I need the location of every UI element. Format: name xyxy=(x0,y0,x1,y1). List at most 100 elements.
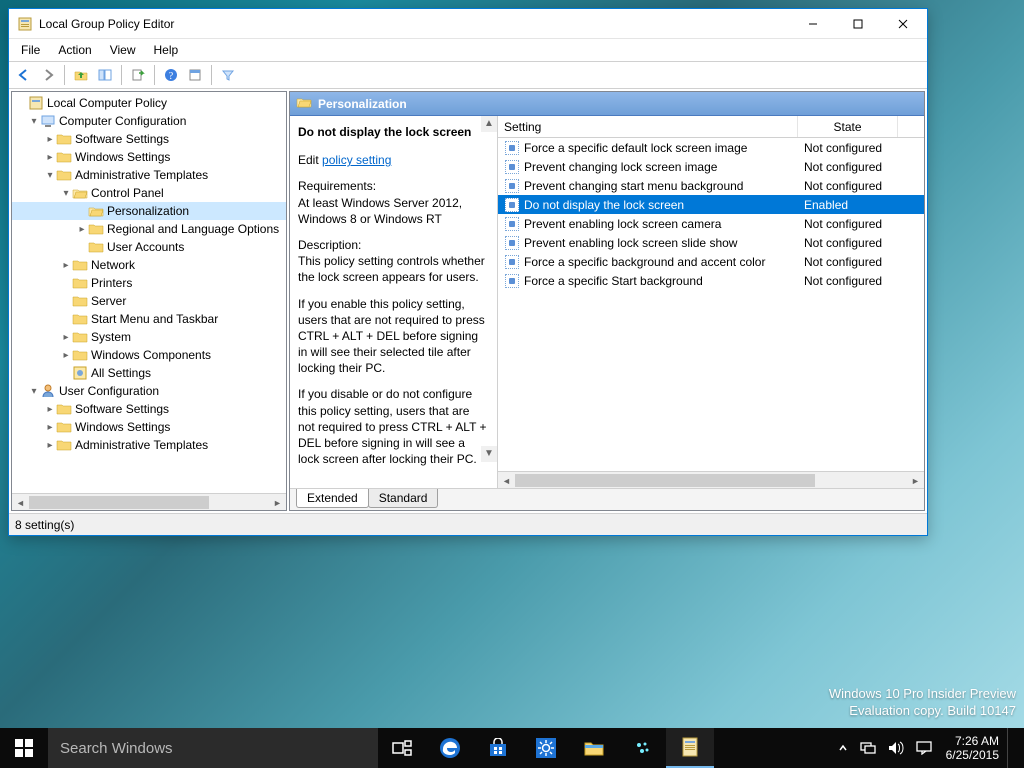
scroll-right-icon[interactable]: ► xyxy=(907,472,924,489)
tab-standard[interactable]: Standard xyxy=(368,489,439,508)
policy-row[interactable]: Force a specific default lock screen ima… xyxy=(498,138,924,157)
tree-network[interactable]: ▸ Network xyxy=(12,256,286,274)
edit-policy-link[interactable]: policy setting xyxy=(322,153,391,167)
tray-volume-icon[interactable] xyxy=(882,728,910,768)
scroll-left-icon[interactable]: ◄ xyxy=(12,494,29,511)
tree-windows-settings[interactable]: ▸ Windows Settings xyxy=(12,148,286,166)
tree-root[interactable]: Local Computer Policy xyxy=(12,94,286,112)
folder-icon xyxy=(56,131,72,147)
policy-state: Not configured xyxy=(804,255,882,269)
taskbar-explorer[interactable] xyxy=(570,728,618,768)
policy-row[interactable]: Prevent changing lock screen imageNot co… xyxy=(498,157,924,176)
tray-notifications-icon[interactable] xyxy=(910,728,938,768)
expand-icon[interactable]: ▸ xyxy=(60,332,72,343)
expand-icon[interactable]: ▸ xyxy=(44,134,56,145)
tree-user-configuration[interactable]: ▾ User Configuration xyxy=(12,382,286,400)
scroll-up-icon[interactable]: ▲ xyxy=(481,116,497,132)
expand-icon[interactable]: ▸ xyxy=(60,260,72,271)
tree-label: Personalization xyxy=(107,204,189,218)
policy-name: Force a specific default lock screen ima… xyxy=(524,141,747,155)
tree-system[interactable]: ▸ System xyxy=(12,328,286,346)
properties-button[interactable] xyxy=(184,64,206,86)
toolbar-separator xyxy=(211,65,212,85)
expand-icon[interactable]: ▸ xyxy=(44,422,56,433)
policy-row[interactable]: Force a specific Start backgroundNot con… xyxy=(498,271,924,290)
taskbar-store[interactable] xyxy=(474,728,522,768)
taskbar-settings[interactable] xyxy=(522,728,570,768)
expand-icon[interactable]: ▸ xyxy=(76,224,88,235)
tree-uc-windows-settings[interactable]: ▸ Windows Settings xyxy=(12,418,286,436)
description-block-3: If you disable or do not configure this … xyxy=(298,386,489,467)
tree-user-accounts[interactable]: User Accounts xyxy=(12,238,286,256)
col-state[interactable]: State xyxy=(798,116,898,137)
tray-network-icon[interactable] xyxy=(854,728,882,768)
tab-extended[interactable]: Extended xyxy=(296,489,369,508)
show-desktop-button[interactable] xyxy=(1007,728,1020,768)
collapse-icon[interactable]: ▾ xyxy=(28,116,40,127)
up-folder-button[interactable] xyxy=(70,64,92,86)
filter-button[interactable] xyxy=(217,64,239,86)
tree-uc-admin-templates[interactable]: ▸ Administrative Templates xyxy=(12,436,286,454)
policy-row[interactable]: Force a specific background and accent c… xyxy=(498,252,924,271)
policy-row[interactable]: Prevent enabling lock screen slide showN… xyxy=(498,233,924,252)
taskbar-gpedit[interactable] xyxy=(666,728,714,768)
collapse-icon[interactable]: ▾ xyxy=(44,170,56,181)
taskbar-edge[interactable] xyxy=(426,728,474,768)
expand-icon[interactable]: ▸ xyxy=(44,440,56,451)
tree-uc-software-settings[interactable]: ▸ Software Settings xyxy=(12,400,286,418)
start-button[interactable] xyxy=(0,728,48,768)
collapse-icon[interactable]: ▾ xyxy=(60,188,72,199)
menu-file[interactable]: File xyxy=(13,41,48,59)
export-list-button[interactable] xyxy=(127,64,149,86)
folder-icon xyxy=(56,149,72,165)
policy-row[interactable]: Prevent changing start menu backgroundNo… xyxy=(498,176,924,195)
tree-admin-templates[interactable]: ▾ Administrative Templates xyxy=(12,166,286,184)
taskbar-app-1[interactable] xyxy=(618,728,666,768)
tray-overflow[interactable] xyxy=(832,728,854,768)
show-hide-tree-button[interactable] xyxy=(94,64,116,86)
scroll-left-icon[interactable]: ◄ xyxy=(498,472,515,489)
tree-windows-components[interactable]: ▸ Windows Components xyxy=(12,346,286,364)
scroll-right-icon[interactable]: ► xyxy=(269,494,286,511)
tree-all-settings[interactable]: All Settings xyxy=(12,364,286,382)
back-button[interactable] xyxy=(13,64,35,86)
tree-scroll[interactable]: Local Computer Policy ▾ Computer Configu… xyxy=(12,92,286,493)
menu-help[interactable]: Help xyxy=(146,41,187,59)
collapse-icon[interactable]: ▾ xyxy=(28,386,40,397)
tree-software-settings[interactable]: ▸ Software Settings xyxy=(12,130,286,148)
tree-computer-configuration[interactable]: ▾ Computer Configuration xyxy=(12,112,286,130)
search-box[interactable]: Search Windows xyxy=(48,728,378,768)
scroll-down-icon[interactable]: ▼ xyxy=(481,446,497,462)
maximize-button[interactable] xyxy=(835,10,880,38)
tree-h-scrollbar[interactable]: ◄ ► xyxy=(12,493,286,510)
folder-open-icon xyxy=(72,185,88,201)
tree-printers[interactable]: Printers xyxy=(12,274,286,292)
tree-label: Administrative Templates xyxy=(75,168,208,182)
taskbar-clock[interactable]: 7:26 AM 6/25/2015 xyxy=(938,734,1007,763)
list-h-scrollbar[interactable]: ◄ ► xyxy=(498,471,924,488)
tree-start-menu-taskbar[interactable]: Start Menu and Taskbar xyxy=(12,310,286,328)
expand-icon[interactable]: ▸ xyxy=(44,152,56,163)
tree-regional-language[interactable]: ▸ Regional and Language Options xyxy=(12,220,286,238)
policy-state: Not configured xyxy=(804,274,882,288)
expand-icon[interactable]: ▸ xyxy=(60,350,72,361)
policy-icon xyxy=(504,159,520,175)
tree-server[interactable]: Server xyxy=(12,292,286,310)
tree-label: System xyxy=(91,330,131,344)
policy-row[interactable]: Prevent enabling lock screen cameraNot c… xyxy=(498,214,924,233)
expand-icon[interactable]: ▸ xyxy=(44,404,56,415)
col-setting[interactable]: Setting xyxy=(498,116,798,137)
help-button[interactable]: ? xyxy=(160,64,182,86)
scroll-thumb[interactable] xyxy=(29,496,209,509)
forward-button[interactable] xyxy=(37,64,59,86)
titlebar[interactable]: Local Group Policy Editor xyxy=(9,9,927,39)
task-view-button[interactable] xyxy=(378,728,426,768)
menu-action[interactable]: Action xyxy=(50,41,99,59)
scroll-thumb[interactable] xyxy=(515,474,815,487)
tree-control-panel[interactable]: ▾ Control Panel xyxy=(12,184,286,202)
close-button[interactable] xyxy=(880,10,925,38)
minimize-button[interactable] xyxy=(790,10,835,38)
menu-view[interactable]: View xyxy=(102,41,144,59)
policy-row[interactable]: Do not display the lock screenEnabled xyxy=(498,195,924,214)
tree-personalization[interactable]: Personalization xyxy=(12,202,286,220)
